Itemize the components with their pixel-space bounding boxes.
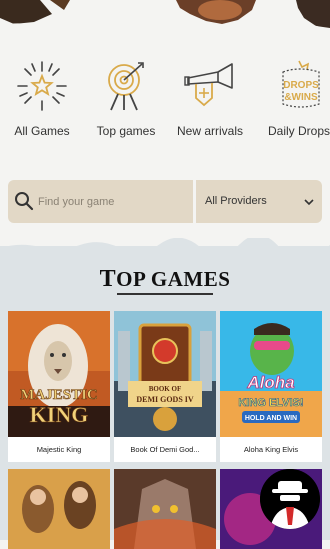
providers-selected-value: All Providers xyxy=(205,195,267,207)
hero-artwork xyxy=(0,0,330,44)
game-card[interactable] xyxy=(8,469,110,549)
game-thumbnail: Aloha KING ELVIS! HOLD AND WIN xyxy=(220,311,322,437)
svg-text:&WINS: &WINS xyxy=(284,92,318,103)
archery-target-icon xyxy=(108,62,144,111)
search-input[interactable] xyxy=(36,188,190,216)
game-search xyxy=(8,180,193,223)
game-thumbnail: BOOK OF DEMI GODS IV xyxy=(114,311,216,437)
game-thumbnail xyxy=(114,469,216,549)
category-label: New arrivals xyxy=(176,124,243,138)
svg-text:KING: KING xyxy=(30,402,89,427)
game-title: Aloha King Elvis xyxy=(243,445,299,454)
game-card[interactable]: Aloha KING ELVIS! HOLD AND WIN Aloha Kin… xyxy=(220,311,322,462)
support-avatar-button[interactable] xyxy=(260,469,320,529)
game-title: Book Of Demi God... xyxy=(130,445,200,454)
category-daily-drops[interactable]: DROPS &WINS Daily Drops & xyxy=(254,58,330,138)
game-card[interactable]: MAJESTIC KING Majestic King xyxy=(8,311,110,462)
category-row: All Games Top games New arrivals DROPS &… xyxy=(0,58,330,148)
star-burst-icon xyxy=(17,61,67,111)
category-label: Top games xyxy=(96,124,156,138)
hat-man-avatar-icon xyxy=(260,469,320,529)
providers-select[interactable]: All Providers xyxy=(196,180,322,223)
svg-text:BOOK OF: BOOK OF xyxy=(149,385,181,393)
category-top-games[interactable]: Top games xyxy=(84,58,168,138)
svg-text:MAJESTIC: MAJESTIC xyxy=(20,387,98,403)
svg-text:DROPS: DROPS xyxy=(283,80,319,91)
svg-text:DEMI GODS IV: DEMI GODS IV xyxy=(136,395,194,404)
svg-text:HOLD AND WIN: HOLD AND WIN xyxy=(245,415,297,422)
category-all-games[interactable]: All Games xyxy=(0,58,84,138)
svg-text:Aloha: Aloha xyxy=(246,373,294,392)
drops-wins-badge-icon: DROPS &WINS xyxy=(282,60,320,108)
trumpet-icon xyxy=(184,63,233,107)
title-underline xyxy=(117,293,213,295)
category-label: All Games xyxy=(14,124,70,138)
hero-banner xyxy=(0,0,330,44)
game-thumbnail xyxy=(8,469,110,549)
section-title: TOP GAMES xyxy=(99,266,231,292)
game-title: Majestic King xyxy=(36,445,82,454)
game-card[interactable] xyxy=(114,469,216,549)
search-icon xyxy=(15,192,34,211)
category-label: Daily Drops & xyxy=(268,124,330,138)
chevron-down-icon xyxy=(304,199,314,206)
game-card[interactable]: BOOK OF DEMI GODS IV Book Of Demi God... xyxy=(114,311,216,462)
game-thumbnail: MAJESTIC KING xyxy=(8,311,110,437)
category-new-arrivals[interactable]: New arrivals xyxy=(168,58,252,138)
svg-text:KING ELVIS!: KING ELVIS! xyxy=(238,397,303,409)
